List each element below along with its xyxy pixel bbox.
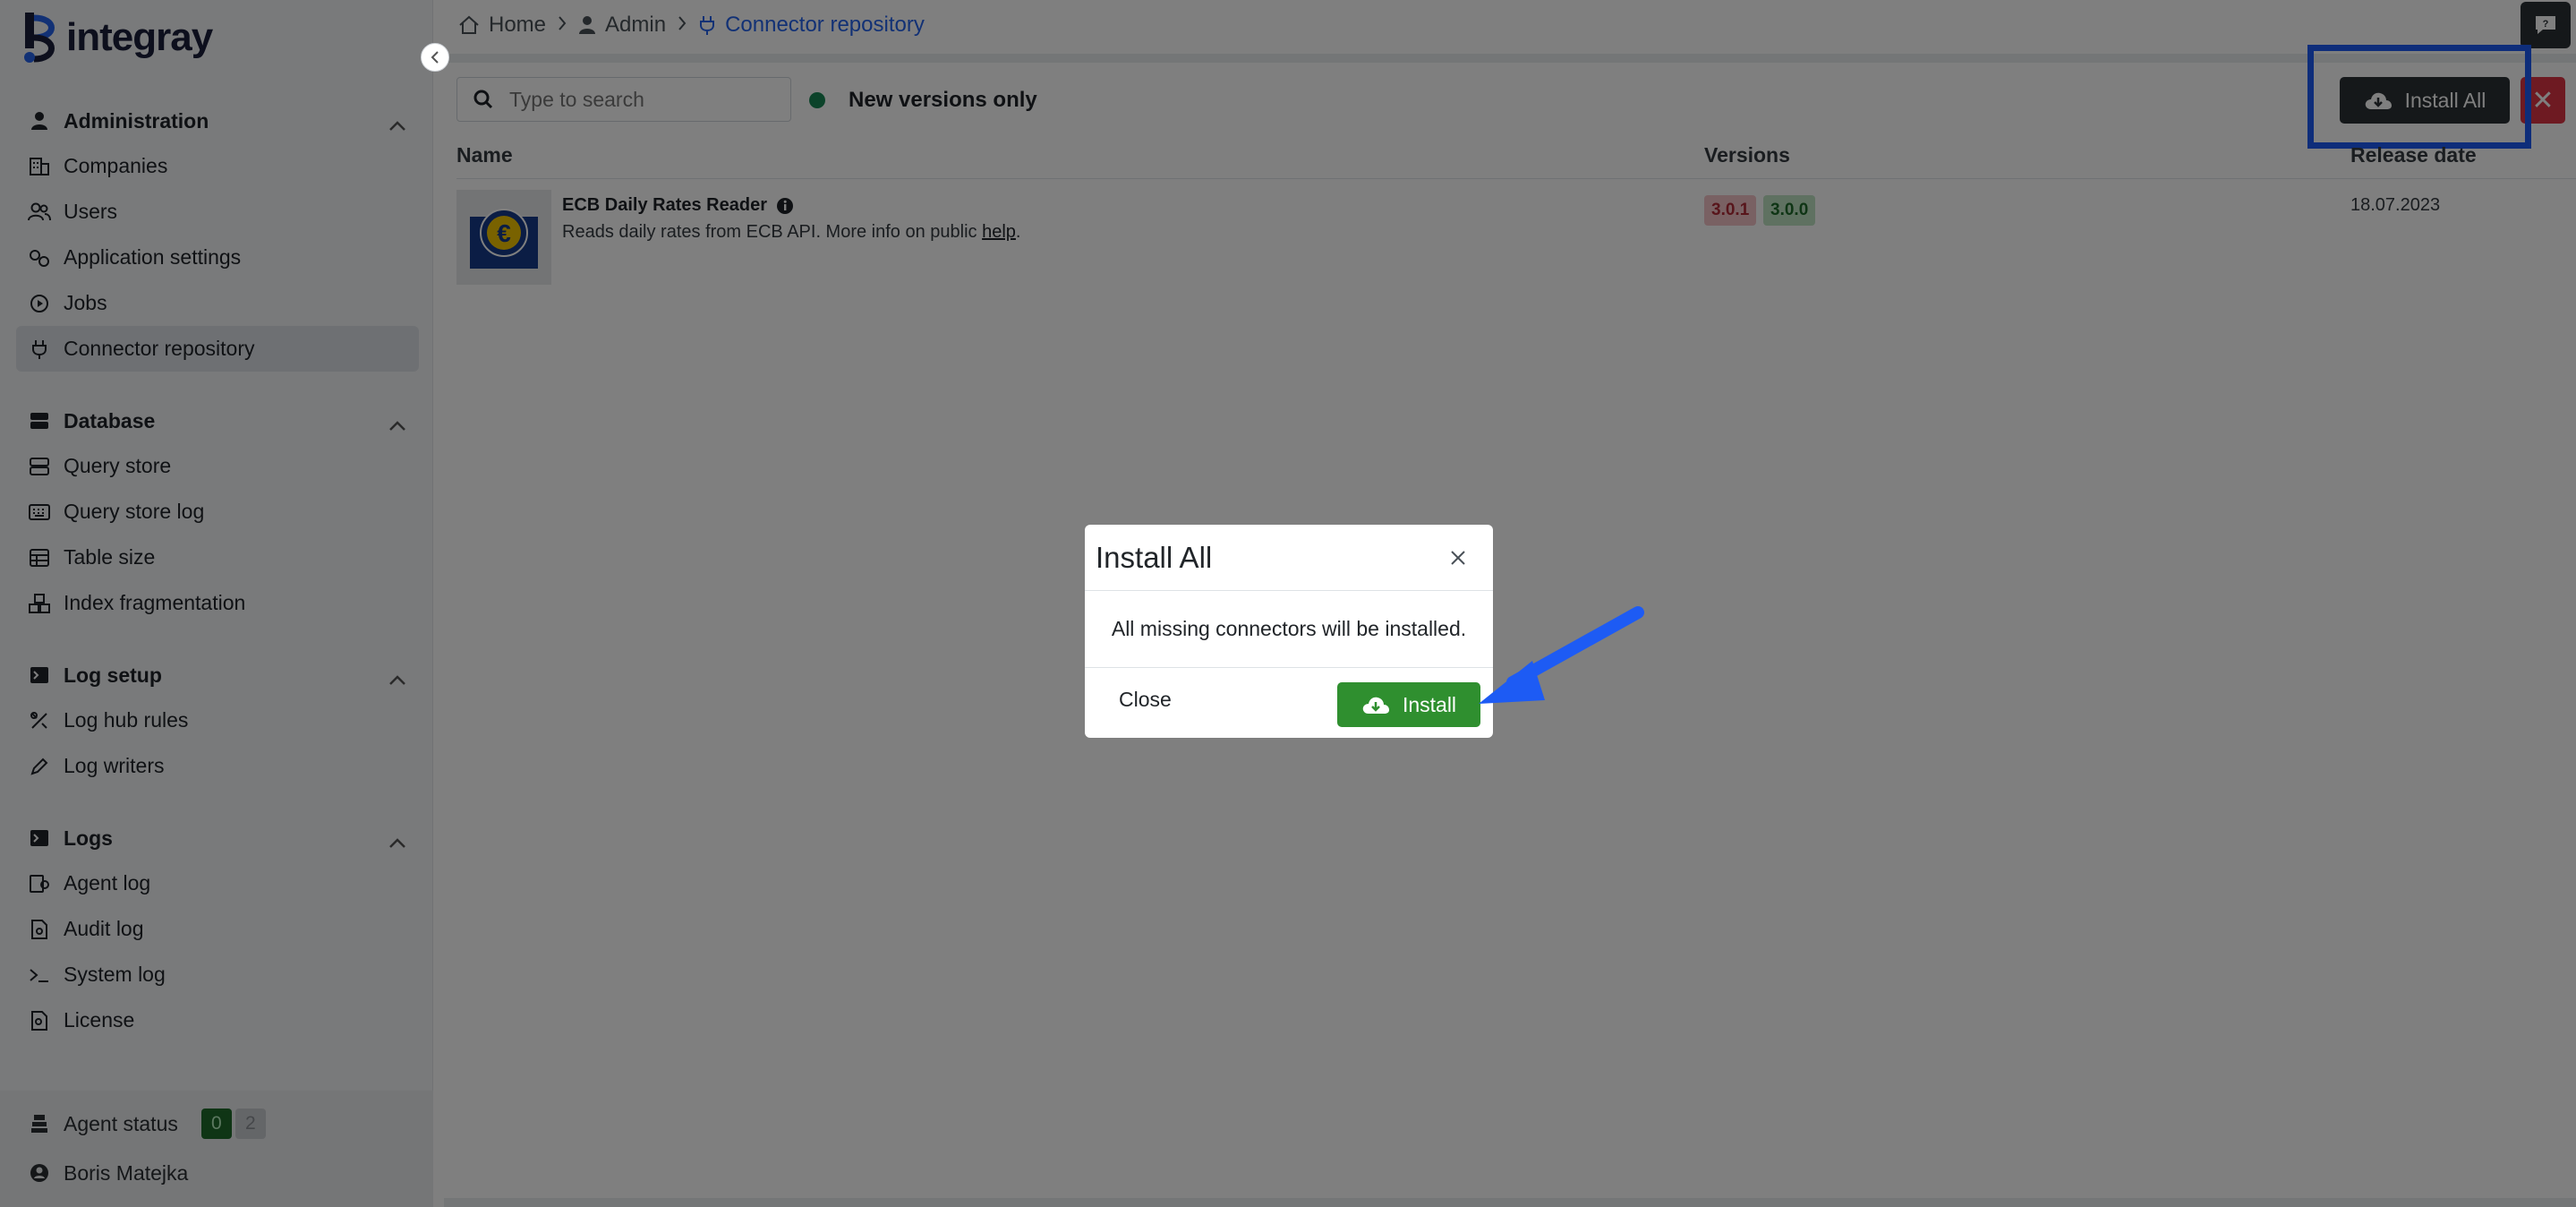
install-label: Install bbox=[1402, 692, 1457, 716]
modal-title: Install All bbox=[1096, 541, 1213, 574]
pointer-arrow-icon bbox=[1479, 606, 1644, 704]
chevron-left-icon bbox=[431, 51, 439, 64]
install-all-dialog: Install All All missing connectors will … bbox=[1085, 525, 1493, 738]
modal-footer: Close Install bbox=[1085, 668, 1493, 738]
modal-header: Install All bbox=[1085, 525, 1493, 591]
modal-body: All missing connectors will be installed… bbox=[1085, 591, 1493, 668]
sidebar-collapse-button[interactable] bbox=[421, 43, 449, 72]
close-icon[interactable] bbox=[1445, 544, 1471, 571]
install-button[interactable]: Install bbox=[1337, 682, 1480, 727]
cloud-download-icon bbox=[1362, 697, 1389, 714]
modal-close-button[interactable]: Close bbox=[1119, 688, 1172, 712]
